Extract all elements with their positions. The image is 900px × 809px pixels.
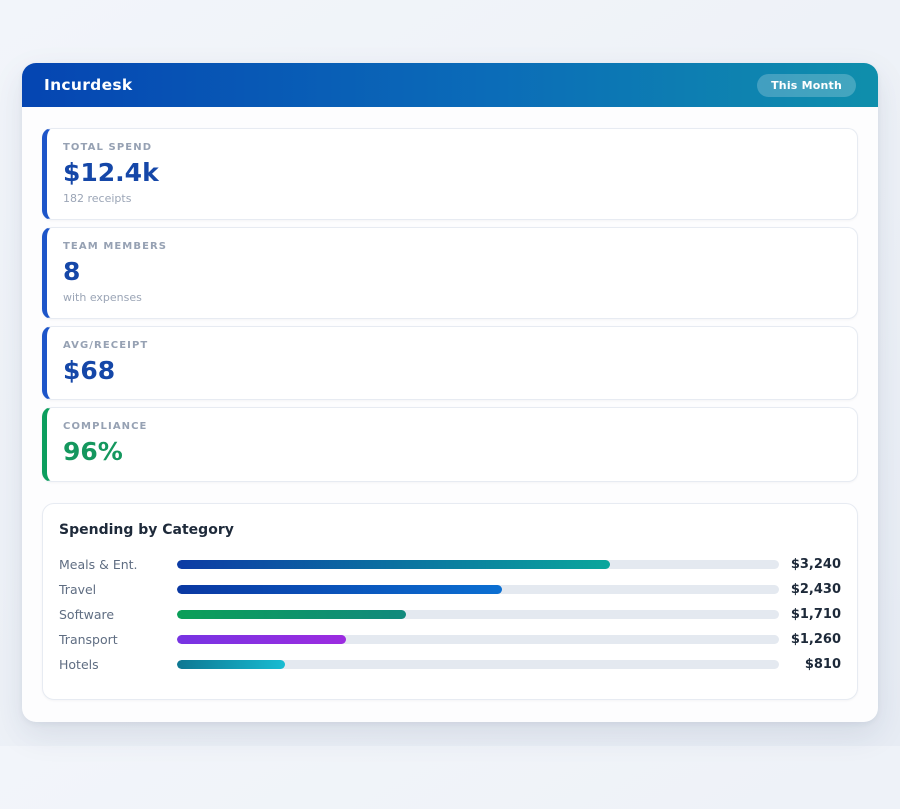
bar-track [177, 585, 779, 594]
category-label: Travel [59, 582, 177, 597]
category-value: $1,260 [788, 632, 841, 647]
bar-fill [177, 585, 502, 594]
dashboard-content: TOTAL SPEND $12.4k 182 receipts TEAM MEM… [22, 107, 878, 722]
category-label: Software [59, 607, 177, 622]
bar-fill [177, 560, 610, 569]
stat-subtitle: with expenses [63, 291, 841, 304]
app-header: Incurdesk This Month [22, 63, 878, 107]
stat-label: COMPLIANCE [63, 421, 841, 432]
chart-row: Transport $1,260 [59, 627, 841, 652]
chart-row: Meals & Ent. $3,240 [59, 552, 841, 577]
stat-value: 96% [63, 438, 841, 467]
stat-card-compliance: COMPLIANCE 96% [42, 407, 858, 482]
category-label: Meals & Ent. [59, 557, 177, 572]
spending-by-category-card: Spending by Category Meals & Ent. $3,240 T… [42, 503, 858, 700]
bar-track [177, 635, 779, 644]
bar-fill [177, 660, 285, 669]
bar-track [177, 660, 779, 669]
stat-value: 8 [63, 258, 841, 287]
chart-row: Hotels $810 [59, 652, 841, 677]
bar-fill [177, 635, 346, 644]
chart-title: Spending by Category [59, 522, 841, 538]
category-bar-chart: Meals & Ent. $3,240 Travel $2,430 Software $1… [59, 552, 841, 677]
stat-card-avg-receipt: AVG/RECEIPT $68 [42, 326, 858, 401]
category-value: $2,430 [788, 582, 841, 597]
stat-card-total-spend: TOTAL SPEND $12.4k 182 receipts [42, 128, 858, 220]
category-label: Hotels [59, 657, 177, 672]
chart-row: Software $1,710 [59, 602, 841, 627]
stat-label: TOTAL SPEND [63, 142, 841, 153]
category-label: Transport [59, 632, 177, 647]
category-value: $810 [788, 657, 841, 672]
bar-track [177, 610, 779, 619]
bar-track [177, 560, 779, 569]
stat-subtitle: 182 receipts [63, 192, 841, 205]
period-badge[interactable]: This Month [757, 74, 856, 97]
bar-fill [177, 610, 406, 619]
category-value: $1,710 [788, 607, 841, 622]
stat-card-team-members: TEAM MEMBERS 8 with expenses [42, 227, 858, 319]
stat-label: TEAM MEMBERS [63, 241, 841, 252]
category-value: $3,240 [788, 557, 841, 572]
expense-dashboard-card: Incurdesk This Month TOTAL SPEND $12.4k … [22, 63, 878, 722]
stat-value: $68 [63, 357, 841, 386]
app-title: Incurdesk [44, 76, 133, 94]
stat-label: AVG/RECEIPT [63, 340, 841, 351]
page-background: Incurdesk This Month TOTAL SPEND $12.4k … [0, 63, 900, 722]
stat-value: $12.4k [63, 159, 841, 188]
chart-row: Travel $2,430 [59, 577, 841, 602]
